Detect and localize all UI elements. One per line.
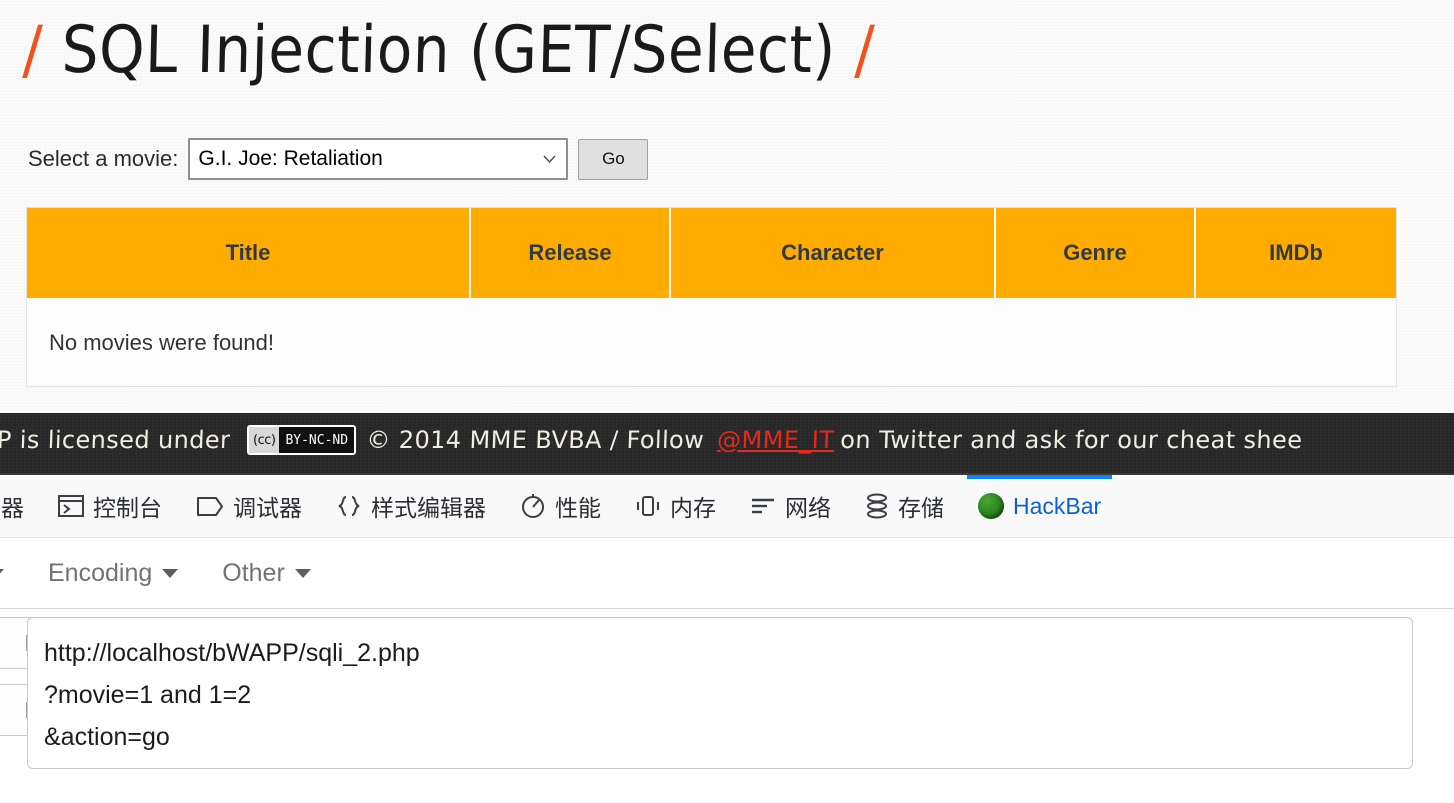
devtools-tab-label: 网络 xyxy=(785,495,831,521)
hackbar-menubar: Encoding Other xyxy=(0,538,1454,609)
chevron-down-icon xyxy=(162,568,179,578)
devtools-tab-label: 调试器 xyxy=(233,495,302,521)
bwapp-page: / SQL Injection (GET/Select) / Select a … xyxy=(0,0,1454,413)
devtools-tab-style-editor[interactable]: 样式编辑器 xyxy=(319,475,503,537)
hackbar-icon xyxy=(978,493,1004,519)
devtools-tab-label: 控制台 xyxy=(93,495,162,521)
devtools-tab-network[interactable]: 网络 xyxy=(733,475,848,537)
title-slash-right: / xyxy=(853,11,876,88)
debugger-icon xyxy=(196,496,224,517)
footer-copyright: © 2014 MME BVBA / Follow xyxy=(365,426,705,454)
memory-icon xyxy=(635,494,661,518)
devtools-tab-label: 存储 xyxy=(898,495,944,521)
movie-select-form: Select a movie: G.I. Joe: Retaliation Go xyxy=(28,138,649,180)
column-header-character: Character xyxy=(670,208,996,300)
devtools-tab-label: 性能 xyxy=(555,495,601,521)
url-input[interactable] xyxy=(27,617,1413,769)
footer-license-text: PP is licensed under xyxy=(0,426,231,454)
network-icon xyxy=(750,496,776,516)
devtools-tabbar: 器 控制台 调试器 样式编辑器 性能 内存 网络 存储 HackBar xyxy=(0,475,1454,538)
hackbar-action-buttons: RL RL xyxy=(0,609,63,736)
select-a-movie-label: Select a movie: xyxy=(28,146,179,171)
column-header-title: Title xyxy=(27,208,471,300)
hackbar-url-area xyxy=(27,609,1454,774)
title-slash-left: / xyxy=(21,11,44,88)
hackbar-body: RL RL xyxy=(0,609,1454,803)
cc-mark-icon: (cc) xyxy=(249,427,280,453)
hackbar-menu-other[interactable]: Other xyxy=(200,559,333,588)
twitter-handle-link[interactable]: @MME_IT xyxy=(717,426,835,454)
movie-select-wrapper[interactable]: G.I. Joe: Retaliation xyxy=(188,138,569,180)
no-results-message: No movies were found! xyxy=(27,299,1396,386)
movie-select[interactable]: G.I. Joe: Retaliation xyxy=(188,138,569,180)
cc-terms-label: BY-NC-ND xyxy=(279,427,355,453)
hackbar-menu-sql[interactable] xyxy=(0,568,26,578)
devtools-tab-label: 器 xyxy=(1,495,24,521)
site-footer: PP is licensed under (cc) BY-NC-ND © 201… xyxy=(0,413,1454,475)
movies-results-table: Title Release Character Genre IMDb No mo… xyxy=(27,208,1396,386)
column-header-imdb: IMDb xyxy=(1195,208,1396,300)
devtools-tab-inspector[interactable]: 器 xyxy=(0,475,41,537)
storage-icon xyxy=(865,493,889,519)
chevron-down-icon xyxy=(0,568,4,578)
devtools-tab-performance[interactable]: 性能 xyxy=(503,475,618,537)
table-header-row: Title Release Character Genre IMDb xyxy=(27,208,1396,300)
table-row: No movies were found! xyxy=(27,299,1396,386)
devtools-tab-debugger[interactable]: 调试器 xyxy=(179,475,319,537)
column-header-genre: Genre xyxy=(995,208,1196,300)
performance-icon xyxy=(520,493,546,519)
hackbar-menu-label: Encoding xyxy=(48,558,153,587)
devtools-tab-console[interactable]: 控制台 xyxy=(41,475,179,537)
devtools-tab-storage[interactable]: 存储 xyxy=(848,475,961,537)
style-editor-icon xyxy=(336,495,362,517)
devtools-tab-hackbar[interactable]: HackBar xyxy=(961,475,1118,537)
devtools-panel: 器 控制台 调试器 样式编辑器 性能 内存 网络 存储 HackBar Enco… xyxy=(0,475,1454,803)
chevron-down-icon xyxy=(294,568,311,578)
hackbar-menu-encoding[interactable]: Encoding xyxy=(26,559,200,588)
hackbar-menu-label: Other xyxy=(222,558,285,587)
console-icon xyxy=(58,495,84,517)
devtools-tab-memory[interactable]: 内存 xyxy=(618,475,733,537)
page-title-text: SQL Injection (GET/Select) xyxy=(60,11,837,88)
footer-tail-text: on Twitter and ask for our cheat shee xyxy=(839,426,1303,454)
devtools-tab-label: 样式编辑器 xyxy=(371,495,486,521)
page-title: / SQL Injection (GET/Select) / xyxy=(21,0,876,104)
devtools-tab-label: HackBar xyxy=(1013,492,1102,519)
creative-commons-badge-icon: (cc) BY-NC-ND xyxy=(247,425,357,455)
devtools-tab-label: 内存 xyxy=(670,495,716,521)
column-header-release: Release xyxy=(470,208,671,300)
go-button[interactable]: Go xyxy=(578,138,649,180)
